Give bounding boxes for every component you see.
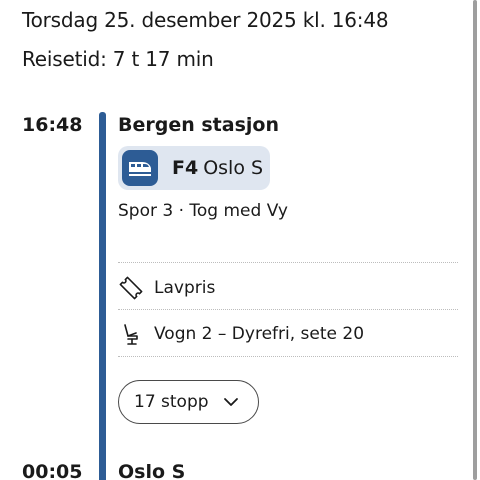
line-chip[interactable]: F4 Oslo S [118,146,270,190]
seat-label: Vogn 2 – Dyrefri, sete 20 [154,324,365,344]
departure-station: Bergen stasjon [118,114,279,136]
platform-info: Spor 3 · Tog med Vy [118,201,288,221]
chevron-down-icon [223,397,239,407]
route-line [99,112,106,480]
divider [118,356,458,357]
fare-row: Lavpris [118,274,215,302]
ticket-icon [118,274,146,302]
train-icon [122,150,158,186]
line-code: F4 [172,157,199,179]
fare-label: Lavpris [154,278,216,298]
scrollbar[interactable] [473,0,477,480]
divider [118,309,458,310]
stops-toggle-button[interactable]: 17 stopp [118,380,259,424]
arrival-time: 00:05 [22,461,83,480]
seat-row: Vogn 2 – Dyrefri, sete 20 [118,320,364,348]
divider [118,262,458,263]
line-destination: Oslo S [203,157,264,179]
seat-icon [118,320,146,348]
arrival-station: Oslo S [118,461,186,480]
travel-time: Reisetid: 7 t 17 min [22,47,214,71]
stops-label: 17 stopp [134,392,209,412]
trip-date-time: Torsdag 25. desember 2025 kl. 16:48 [22,8,389,32]
departure-time: 16:48 [22,114,83,136]
